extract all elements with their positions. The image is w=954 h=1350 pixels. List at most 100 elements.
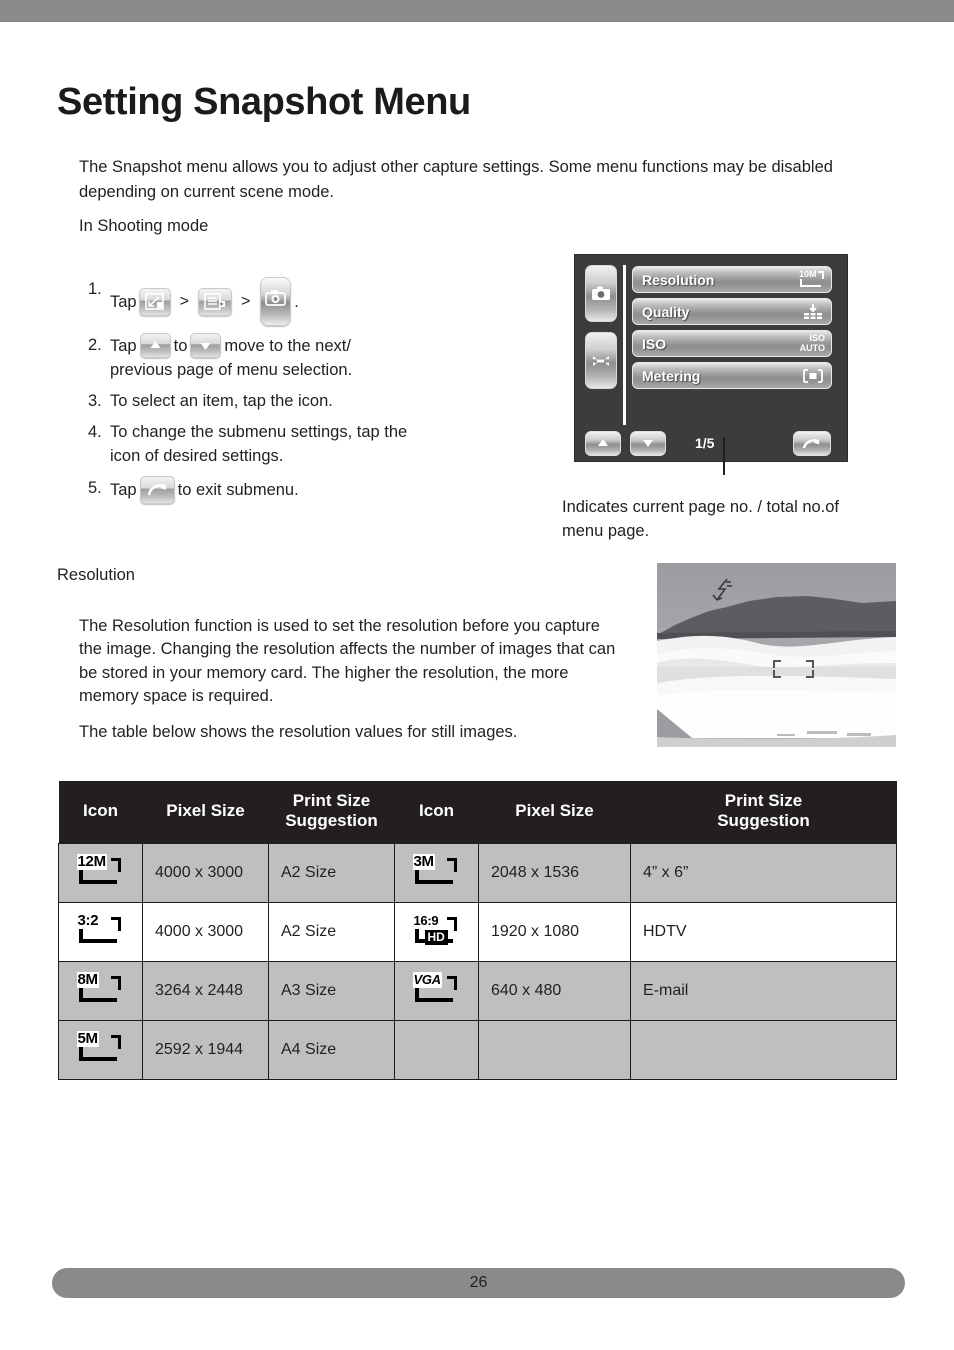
resolution-10m-label: 10M: [799, 268, 817, 279]
resolution-paragraph-2: The table below shows the resolution val…: [79, 722, 518, 741]
lcd-exit-button[interactable]: [793, 431, 831, 456]
arrow-up-icon[interactable]: [139, 333, 171, 358]
table-header-pixel-left: Pixel Size: [142, 781, 269, 844]
table-header-icon-left: Icon: [58, 781, 143, 844]
table-row: 5M 2592 x 1944 A4 Size: [58, 1020, 897, 1080]
step-5-lead: Tap: [110, 481, 137, 499]
resolution-5m-label: 5M: [76, 1029, 99, 1047]
camera-lcd-menu: Resolution 10M Quality ISO ISO AUTO Mete…: [574, 254, 848, 462]
camera-icon: [592, 286, 610, 300]
lcd-row-iso-label: ISO: [642, 335, 667, 352]
lcd-tab-settings[interactable]: [585, 332, 617, 389]
step-2-lead: Tap: [110, 336, 137, 355]
table-cell-pixel-right: [478, 1020, 631, 1080]
table-cell-pixel-right: 1920 x 1080: [478, 902, 631, 962]
table-cell-print-left: A2 Size: [268, 902, 395, 962]
step-1-separator-1: >: [179, 292, 189, 310]
table-header-print-right: Print Size Suggestion: [630, 781, 897, 844]
lcd-nav-down-button[interactable]: [630, 430, 666, 456]
table-cell-print-right: [630, 1020, 897, 1080]
step-1-tail: .: [294, 292, 299, 311]
table-cell-icon-169: 16:9 HD: [394, 902, 479, 962]
intro-paragraph: The Snapshot menu allows you to adjust o…: [79, 157, 833, 201]
lcd-row-quality-label: Quality: [642, 303, 690, 320]
lcd-caption: Indicates current page no. / total no.of…: [562, 497, 840, 540]
table-cell-icon-3m: 3M: [394, 843, 479, 903]
table-cell-print-left: A4 Size: [268, 1020, 395, 1080]
resolution-12m-icon: 12M: [76, 852, 125, 888]
hd-badge: HD: [424, 929, 448, 945]
step-1-lead: Tap: [110, 292, 137, 311]
page-title: Setting Snapshot Menu: [57, 81, 471, 124]
table-row: 3:2 4000 x 3000 A2 Size 16:9 HD 1920 x 1…: [58, 902, 897, 962]
wrench-icon: [593, 355, 609, 366]
table-cell-print-left: A3 Size: [268, 961, 395, 1021]
resolution-5m-icon: 5M: [76, 1029, 125, 1065]
iso-auto-icon: ISO AUTO: [800, 333, 825, 353]
table-cell-pixel-left: 4000 x 3000: [142, 843, 269, 903]
step-1-number: 1.: [88, 280, 102, 298]
lcd-page-indicator: 1/5: [695, 435, 715, 451]
table-cell-pixel-left: 2592 x 1944: [142, 1020, 269, 1080]
metering-center-icon: [801, 368, 825, 384]
resolution-10m-icon: 10M: [799, 268, 825, 289]
resolution-vga-icon: VGA: [412, 971, 461, 1006]
page-top-bar: [0, 0, 954, 22]
step-2-mid: to: [173, 336, 188, 355]
step-2-line2: previous page of menu selection.: [110, 361, 353, 379]
menu-list-icon[interactable]: [197, 287, 232, 316]
table-cell-print-right: HDTV: [630, 902, 897, 962]
resolution-8m-icon: 8M: [76, 970, 125, 1006]
table-cell-pixel-right: 640 x 480: [478, 961, 631, 1021]
resolution-3m-icon: 3M: [412, 853, 461, 888]
table-cell-print-right: E-mail: [630, 961, 897, 1021]
lcd-row-metering[interactable]: Metering: [632, 362, 832, 389]
resolution-12m-label: 12M: [76, 852, 107, 870]
resolution-vga-label: VGA: [412, 971, 442, 988]
step-2: 2. Tap to move to the next/ previous pag…: [88, 333, 548, 382]
table-cell-pixel-left: 4000 x 3000: [142, 902, 269, 962]
table-cell-icon-vga: VGA: [394, 961, 479, 1021]
table-cell-icon-5m: 5M: [58, 1020, 143, 1080]
step-4-text: To change the submenu settings, tap the: [110, 423, 408, 441]
resolution-16-9-label: 16:9: [412, 912, 440, 929]
step-4: 4. To change the submenu settings, tap t…: [88, 420, 548, 468]
shooting-mode-label: In Shooting mode: [79, 216, 209, 235]
camera-tab-icon[interactable]: [260, 277, 292, 326]
exit-arrow-icon: [802, 438, 819, 448]
step-5: 5. Tap to exit submenu.: [88, 476, 548, 504]
arrow-down-icon[interactable]: [190, 333, 222, 358]
page-footer-bar: 26: [52, 1268, 905, 1298]
arrow-up-icon: [598, 439, 608, 446]
quality-fine-icon: [801, 303, 825, 321]
table-cell-icon-8m: 8M: [58, 961, 143, 1021]
lcd-tab-camera[interactable]: [585, 265, 617, 322]
resize-icon[interactable]: [138, 287, 171, 316]
resolution-3-2-label: 3:2: [76, 911, 100, 929]
lcd-side-tabs: [585, 265, 619, 399]
lcd-nav-up-button[interactable]: [585, 430, 621, 456]
table-header-pixel-right: Pixel Size: [478, 781, 631, 844]
table-row: 8M 3264 x 2448 A3 Size VGA 640 x 480 E-m…: [58, 961, 897, 1021]
lcd-divider: [623, 265, 626, 425]
table-header-row: Icon Pixel Size Print Size Suggestion Ic…: [58, 781, 897, 844]
exit-arrow-icon[interactable]: [139, 476, 175, 504]
lcd-row-resolution[interactable]: Resolution 10M: [632, 266, 832, 293]
table-cell-print-left: A2 Size: [268, 843, 395, 903]
table-cell-pixel-right: 2048 x 1536: [478, 843, 631, 903]
step-3-number: 3.: [88, 392, 102, 410]
lcd-menu-rows: Resolution 10M Quality ISO ISO AUTO Mete…: [632, 266, 832, 394]
table-cell-icon-12m: 12M: [58, 843, 143, 903]
page-number: 26: [469, 1274, 488, 1291]
step-4-line2: icon of desired settings.: [110, 447, 284, 465]
table-cell-icon-empty: [394, 1020, 479, 1080]
resolution-16-9-hd-icon: 16:9 HD: [412, 912, 461, 947]
lcd-row-quality[interactable]: Quality: [632, 298, 832, 325]
step-3-text: To select an item, tap the icon.: [110, 392, 333, 410]
table-header-icon-right: Icon: [394, 781, 479, 844]
lcd-row-resolution-label: Resolution: [642, 271, 715, 288]
step-5-number: 5.: [88, 479, 102, 497]
resolution-8m-label: 8M: [76, 970, 99, 988]
lcd-row-iso[interactable]: ISO ISO AUTO: [632, 330, 832, 357]
steps-list: 1. Tap > > . 2. Tap to move to the next/…: [88, 277, 548, 511]
